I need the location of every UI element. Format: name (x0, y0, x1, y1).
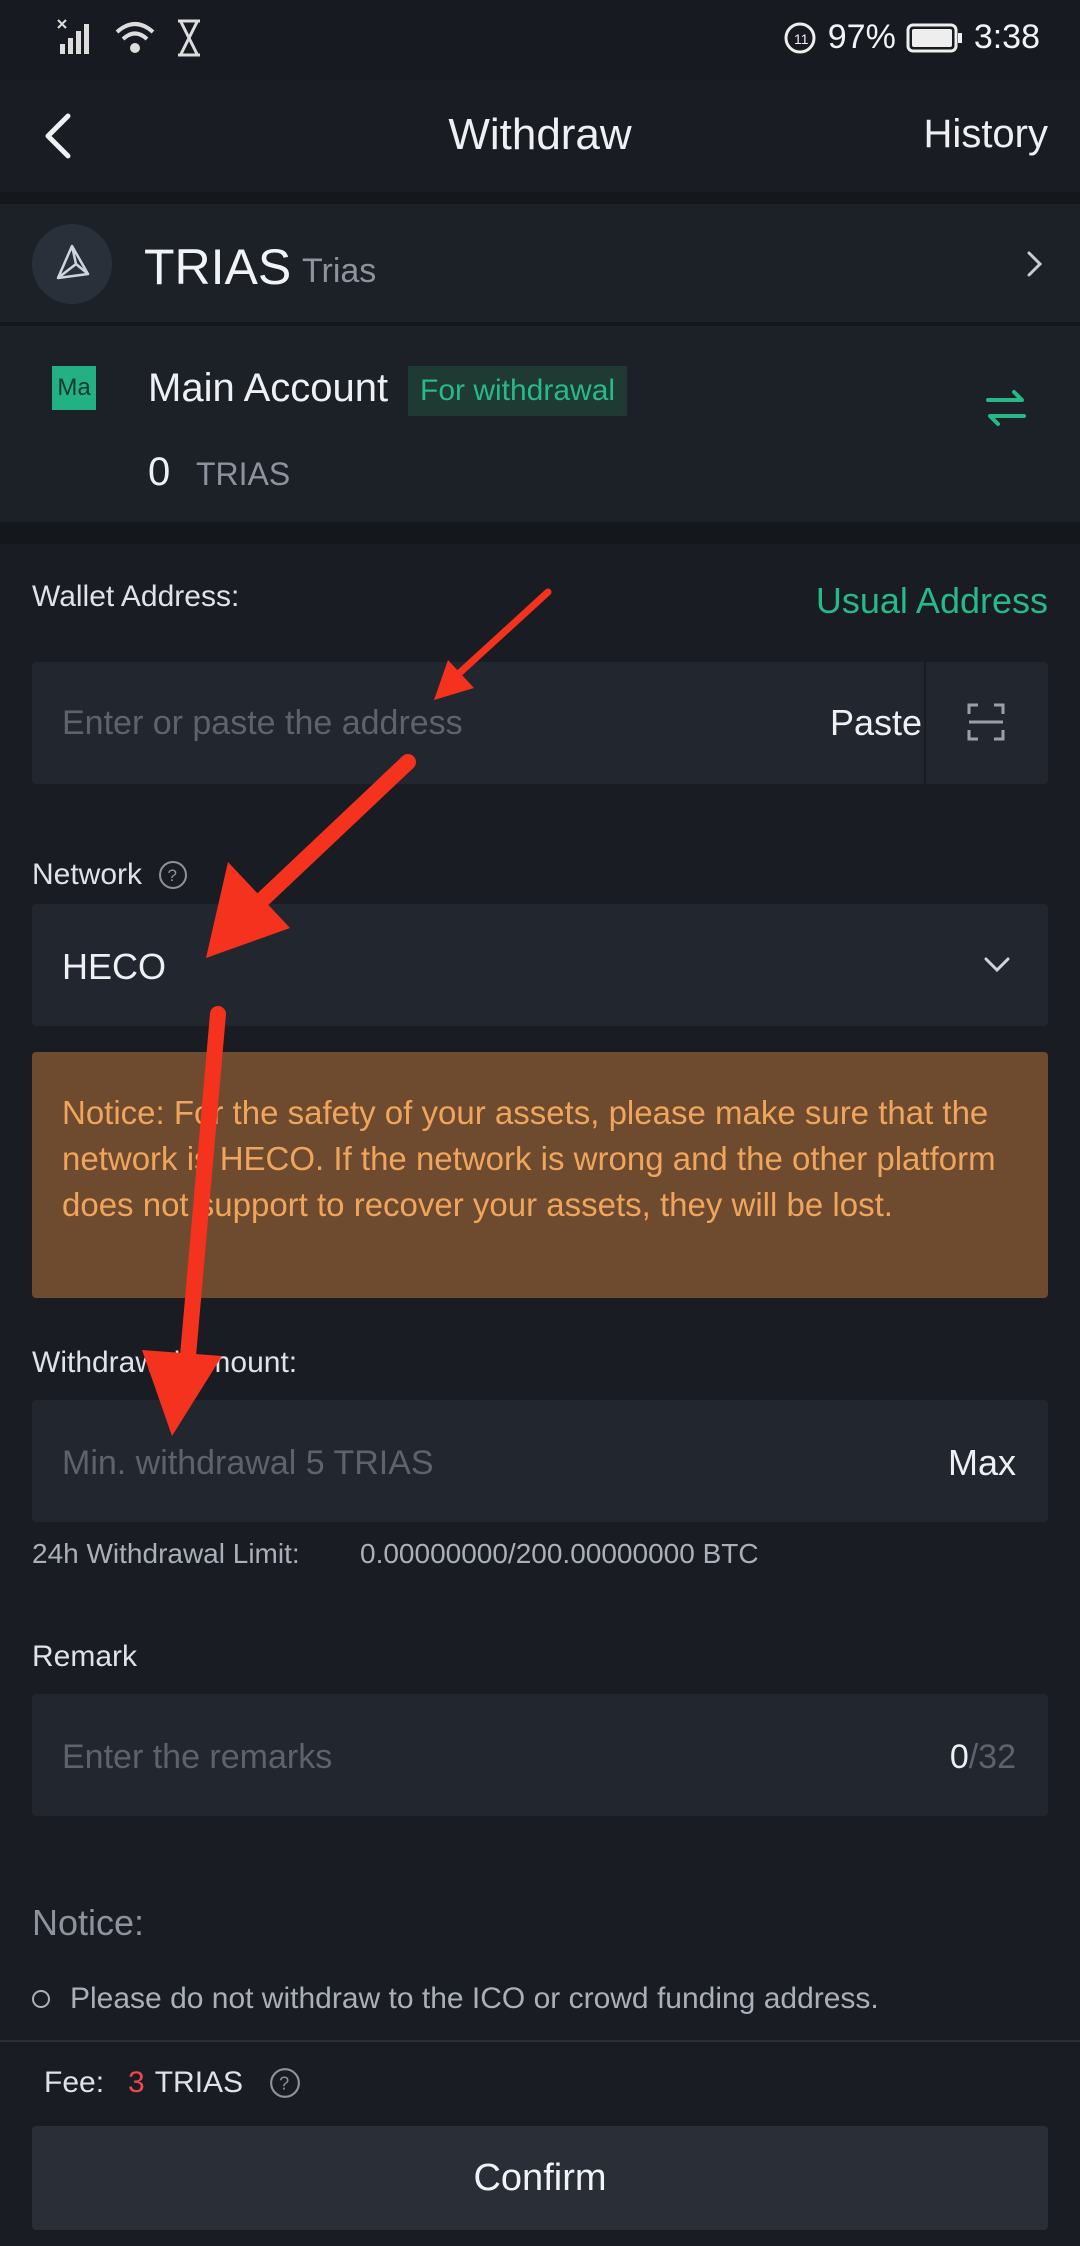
address-field[interactable]: Enter or paste the address Paste (32, 662, 1048, 784)
svg-text:?: ? (168, 866, 177, 885)
coin-name: Trias (302, 252, 377, 290)
hourglass-icon (178, 19, 200, 57)
amount-placeholder: Min. withdrawal 5 TRIAS (62, 1444, 434, 1482)
fee-amount: 3 (128, 2066, 145, 2099)
network-select[interactable]: HECO (32, 904, 1048, 1026)
trias-coin-icon (32, 224, 112, 304)
wallet-address-label: Wallet Address: (32, 580, 240, 613)
paste-button[interactable]: Paste (830, 702, 922, 744)
scan-icon[interactable] (966, 702, 1006, 742)
remark-max: /32 (968, 1738, 1016, 1776)
chevron-right-icon (1027, 251, 1043, 277)
account-card: Ma Main Account For withdrawal 0 TRIAS (0, 326, 1080, 522)
bottom-bar: Fee: 3 TRIAS ? Confirm (0, 2040, 1080, 2246)
account-unit: TRIAS (196, 456, 291, 492)
max-button[interactable]: Max (948, 1442, 1016, 1484)
network-label-text: Network (32, 858, 143, 891)
signal-icon (57, 19, 89, 54)
battery-icon (906, 23, 962, 52)
svg-text:?: ? (279, 2073, 289, 2093)
address-placeholder: Enter or paste the address (62, 704, 463, 742)
remark-counter: 0/32 (950, 1738, 1016, 1777)
divider (0, 192, 1080, 204)
usual-address-link[interactable]: Usual Address (816, 580, 1048, 622)
coin-symbol: TRIAS (144, 239, 292, 295)
chevron-down-icon (984, 957, 1010, 973)
withdrawal-limit-value: 0.00000000/200.00000000 BTC (360, 1538, 759, 1569)
wifi-icon (115, 22, 155, 53)
notice-item-text: Please do not withdraw to the ICO or cro… (70, 1982, 879, 2015)
field-divider (924, 662, 926, 784)
bullet-icon (32, 1990, 50, 2008)
network-value: HECO (62, 946, 167, 987)
transfer-swap-icon[interactable] (984, 386, 1028, 430)
network-notice-text: Notice: For the safety of your assets, p… (62, 1094, 996, 1223)
page-title: Withdraw (448, 110, 632, 159)
notice-item: Please do not withdraw to the ICO or cro… (32, 1982, 879, 2016)
network-notice: Notice: For the safety of your assets, p… (32, 1052, 1048, 1298)
amount-field[interactable]: Min. withdrawal 5 TRIAS Max (32, 1400, 1048, 1522)
status-bar: 11 97% 3:38 (0, 0, 1080, 80)
account-name: Main Account (148, 366, 389, 410)
network-label: Network ? (32, 858, 188, 892)
account-balance: 0 (148, 450, 171, 494)
remark-field[interactable]: Enter the remarks 0/32 (32, 1694, 1048, 1816)
confirm-button[interactable]: Confirm (32, 2126, 1048, 2230)
remark-label: Remark (32, 1640, 138, 1673)
status-icons-left (56, 18, 204, 58)
notice-title: Notice: (32, 1902, 145, 1943)
clock: 3:38 (973, 18, 1040, 56)
status-icons-right: 11 97% 3:38 (782, 18, 1040, 57)
history-link[interactable]: History (924, 112, 1048, 157)
svg-text:11: 11 (794, 31, 809, 47)
remark-count: 0 (949, 1738, 969, 1776)
fee-label: Fee: (44, 2066, 105, 2099)
data-saver-icon: 11 (784, 22, 816, 53)
header: Withdraw History (0, 80, 1080, 192)
withdrawal-amount-label: Withdrawal amount: (32, 1346, 298, 1379)
fee-unit: TRIAS (154, 2066, 244, 2099)
fee-row: Fee: 3 TRIAS ? (44, 2066, 301, 2100)
account-badge: Ma (52, 366, 96, 410)
help-icon[interactable]: ? (158, 860, 188, 890)
fee-help-icon[interactable]: ? (269, 2067, 301, 2099)
battery-percent: 97% (827, 18, 896, 56)
account-tag: For withdrawal (408, 366, 628, 416)
withdrawal-limit-label: 24h Withdrawal Limit: (32, 1538, 300, 1569)
divider (0, 522, 1080, 544)
coin-selector[interactable]: TRIAS Trias (0, 204, 1080, 322)
remark-placeholder: Enter the remarks (62, 1738, 333, 1776)
